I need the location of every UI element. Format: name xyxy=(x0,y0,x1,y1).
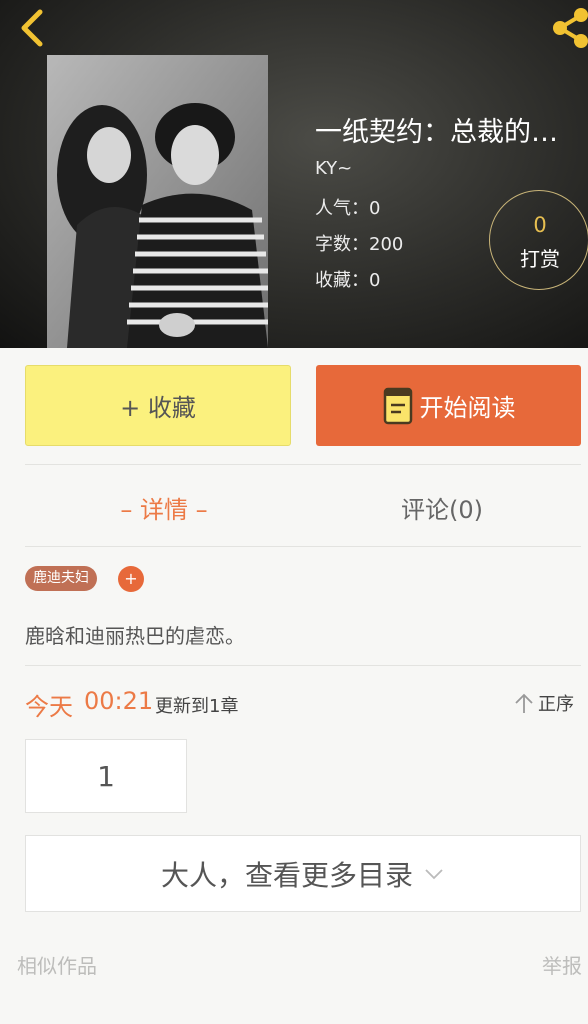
share-icon xyxy=(553,8,588,48)
book-description: 鹿晗和迪丽热巴的虐恋。 xyxy=(25,624,245,648)
add-tag-button[interactable]: + xyxy=(118,566,144,592)
similar-works-heading: 相似作品 xyxy=(17,954,97,978)
update-day: 今天 xyxy=(25,693,73,721)
book-title: 一纸契约：总裁的… xyxy=(315,117,558,148)
word-count-stat: 字数：200 xyxy=(315,234,404,255)
arrow-up-icon xyxy=(515,693,533,713)
start-reading-label: 开始阅读 xyxy=(419,394,516,422)
book-icon xyxy=(383,387,412,424)
update-time: 00:21 xyxy=(84,687,154,715)
chevron-left-icon xyxy=(21,9,43,47)
more-catalog-label: 大人，查看更多目录 xyxy=(160,858,413,892)
popularity-stat: 人气：0 xyxy=(315,198,381,219)
share-button[interactable] xyxy=(548,6,588,50)
tab-comments[interactable]: 评论(0) xyxy=(303,490,581,525)
start-reading-button[interactable]: 开始阅读 xyxy=(316,365,581,446)
tip-count: 0 xyxy=(533,213,547,237)
chapter-item[interactable]: 1 xyxy=(25,739,187,813)
author-name[interactable]: KY~ xyxy=(315,158,352,179)
book-header: 一纸契约：总裁的… KY~ 人气：0 字数：200 收藏：0 0 打赏 xyxy=(0,0,588,348)
sort-order-label: 正序 xyxy=(538,694,574,715)
chevron-down-icon xyxy=(425,868,443,879)
divider xyxy=(25,546,581,547)
divider xyxy=(25,665,581,666)
report-button[interactable]: 举报 xyxy=(542,950,582,979)
more-catalog-button[interactable]: 大人，查看更多目录 xyxy=(25,835,581,912)
add-favorite-button[interactable]: + 收藏 xyxy=(25,365,291,446)
back-button[interactable] xyxy=(14,6,54,50)
tab-detail[interactable]: – 详情 – xyxy=(25,490,303,525)
book-cover-image[interactable] xyxy=(47,55,268,348)
tip-label: 打赏 xyxy=(520,247,560,271)
tip-button[interactable]: 0 打赏 xyxy=(489,190,588,290)
sort-order-button[interactable]: 正序 xyxy=(514,690,574,716)
divider xyxy=(25,464,581,465)
update-note: 更新到1章 xyxy=(155,696,239,717)
favorites-stat: 收藏：0 xyxy=(315,270,381,291)
tag-item[interactable]: 鹿迪夫妇 xyxy=(25,566,97,591)
